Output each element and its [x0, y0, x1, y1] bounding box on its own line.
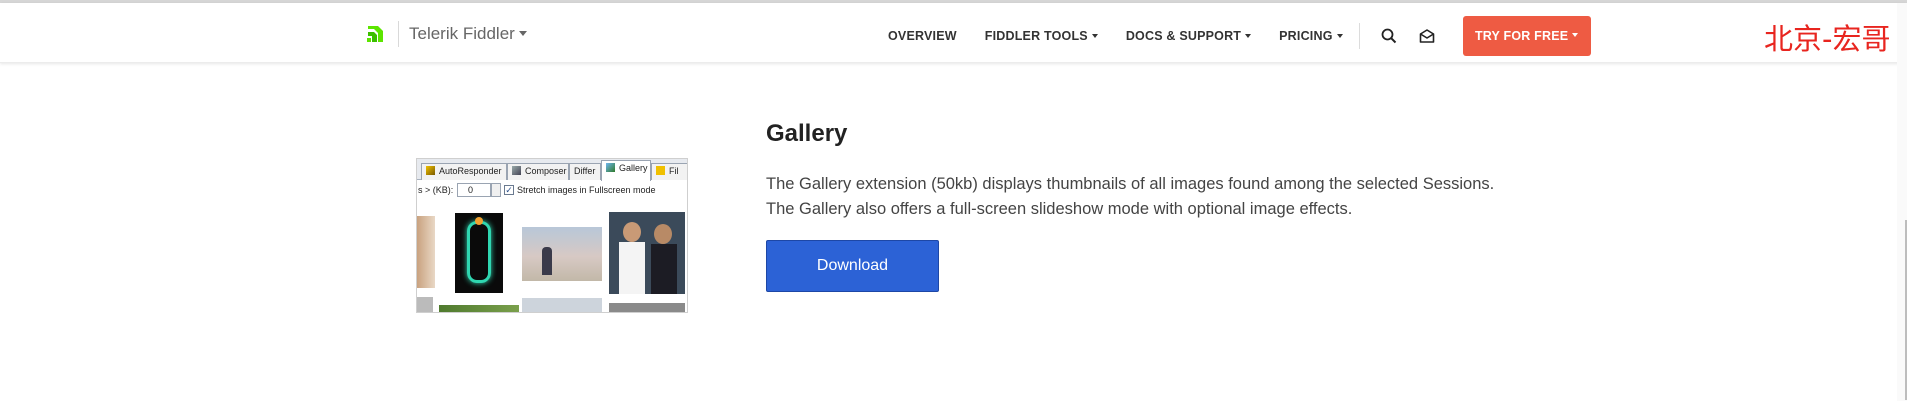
screenshot-tab-strip: AutoResponder Composer Differ Gallery Fi…	[417, 159, 687, 181]
chevron-down-icon	[1336, 33, 1343, 38]
download-button[interactable]: Download	[766, 240, 939, 292]
thumbnail-detail	[619, 242, 645, 294]
nav-overview[interactable]: OVERVIEW	[888, 29, 957, 43]
main-nav: OVERVIEW FIDDLER TOOLS DOCS & SUPPORT PR…	[888, 6, 1591, 66]
thumbnail-detail	[467, 221, 491, 283]
nav-divider	[1358, 23, 1360, 49]
min-size-label: s > (KB):	[418, 185, 454, 195]
chevron-down-icon	[1572, 33, 1579, 37]
thumbnail-image	[455, 213, 503, 293]
thumbnail-detail	[542, 247, 552, 275]
brand[interactable]: Telerik Fiddler	[364, 21, 527, 47]
chevron-down-icon	[1091, 33, 1098, 38]
pencil-icon	[512, 166, 521, 175]
fiddler-logo-icon	[367, 26, 383, 42]
search-button[interactable]	[1376, 23, 1402, 49]
product-name: Telerik Fiddler	[409, 24, 515, 43]
mail-icon	[1419, 29, 1434, 43]
extension-description: The Gallery extension (50kb) displays th…	[766, 172, 1546, 222]
thumbnail-image	[439, 305, 519, 312]
nav-pricing[interactable]: PRICING	[1279, 29, 1343, 43]
thumbnail-image	[417, 297, 433, 312]
nav-fiddler-tools-label: FIDDLER TOOLS	[984, 29, 1088, 43]
brand-separator	[398, 21, 399, 47]
thumbnail-detail	[651, 244, 677, 294]
thumbnail-detail	[654, 224, 672, 244]
thumbnail-image	[417, 216, 435, 288]
tab-label: Gallery	[619, 163, 648, 173]
screenshot-tab-differ: Differ	[569, 163, 601, 180]
tab-label: Fil	[669, 166, 679, 176]
lightning-icon	[426, 166, 435, 175]
nav-overview-label: OVERVIEW	[888, 29, 957, 43]
thumbnail-image	[522, 298, 602, 312]
nav-pricing-label: PRICING	[1279, 29, 1333, 43]
search-icon	[1381, 28, 1396, 44]
min-size-input: 0	[457, 183, 491, 197]
screenshot-tab-autoresponder: AutoResponder	[421, 163, 507, 180]
chevron-down-icon	[1245, 33, 1252, 38]
contact-button[interactable]	[1414, 23, 1440, 49]
thumbnail-detail	[475, 217, 483, 225]
try-for-free-button[interactable]: TRY FOR FREE	[1462, 16, 1591, 56]
screenshot-tab-filters: Fil	[651, 163, 687, 180]
screenshot-options-row: s > (KB): 0 ✓ Stretch images in Fullscre…	[417, 181, 687, 199]
filter-icon	[656, 166, 665, 175]
tab-label: AutoResponder	[439, 166, 502, 176]
tab-label: Differ	[574, 166, 596, 176]
try-for-free-label: TRY FOR FREE	[1474, 29, 1569, 43]
thumbnail-image	[609, 303, 685, 312]
watermark: 北京-宏哥	[1764, 22, 1891, 56]
extension-title: Gallery	[766, 120, 848, 147]
stretch-images-label: Stretch images in Fullscreen mode	[517, 185, 656, 195]
thumbnail-image	[522, 227, 602, 281]
nav-docs-support-label: DOCS & SUPPORT	[1125, 29, 1242, 43]
screenshot-tab-composer: Composer	[507, 163, 569, 180]
download-label: Download	[816, 257, 889, 274]
gallery-screenshot: AutoResponder Composer Differ Gallery Fi…	[416, 158, 688, 313]
thumbnail-image	[609, 212, 685, 294]
thumbnail-detail	[623, 222, 641, 242]
nav-fiddler-tools[interactable]: FIDDLER TOOLS	[985, 29, 1098, 43]
extension-description-line: The Gallery extension (50kb) displays th…	[766, 175, 1495, 193]
chevron-down-icon	[518, 31, 527, 37]
site-header: Telerik Fiddler OVERVIEW FIDDLER TOOLS D…	[0, 3, 1907, 63]
extension-description-line: The Gallery also offers a full-screen sl…	[766, 200, 1353, 218]
nav-docs-support[interactable]: DOCS & SUPPORT	[1125, 29, 1252, 43]
tab-label: Composer	[525, 166, 567, 176]
product-switcher[interactable]: Telerik Fiddler	[409, 24, 527, 44]
stretch-images-checkbox: ✓	[504, 185, 514, 195]
min-size-spinner	[491, 183, 501, 197]
screenshot-tab-gallery: Gallery	[601, 160, 651, 181]
picture-icon	[606, 163, 615, 172]
